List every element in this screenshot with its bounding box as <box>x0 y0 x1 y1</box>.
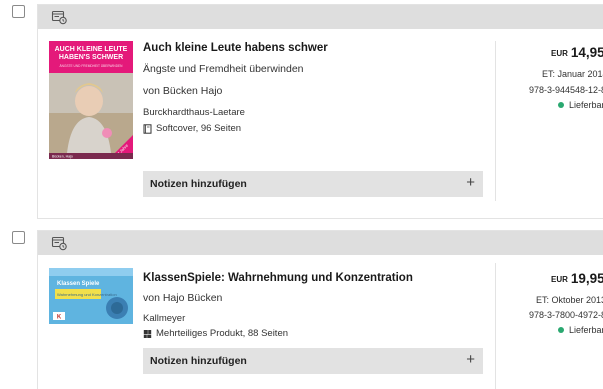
product-author[interactable]: von Hajo Bücken <box>143 292 222 304</box>
book-icon <box>143 123 152 134</box>
availability-label: Lieferbar <box>569 100 603 110</box>
price-value: 14,95 <box>570 45 603 60</box>
media-settings-icon[interactable] <box>51 235 67 251</box>
product-format: Softcover, 96 Seiten <box>143 123 241 134</box>
format-label: Mehrteiliges Produkt, 88 Seiten <box>156 328 289 339</box>
currency-label: EUR <box>551 275 568 284</box>
availability-status: Lieferbar <box>558 100 603 110</box>
svg-text:HABEN'S SCHWER: HABEN'S SCHWER <box>59 54 123 61</box>
availability-status: Lieferbar <box>558 325 603 335</box>
add-notes-button[interactable]: Notizen hinzufügen + <box>143 171 483 197</box>
product-format: Mehrteiliges Produkt, 88 Seiten <box>143 328 288 339</box>
availability-label: Lieferbar <box>569 325 603 335</box>
available-dot-icon <box>558 327 564 333</box>
svg-text:Bücken, Hajo: Bücken, Hajo <box>52 155 73 159</box>
format-label: Softcover, 96 Seiten <box>156 123 242 134</box>
result-item: Klassen Spiele Wahrnehmung und Konzentra… <box>0 226 603 389</box>
plus-icon: + <box>466 351 475 368</box>
isbn: 978-3-7800-4972-8 <box>529 310 603 320</box>
add-notes-button[interactable]: Notizen hinzufügen + <box>143 348 483 374</box>
product-card: AUCH KLEINE LEUTE HABEN'S SCHWER ÄNGSTE … <box>37 4 603 219</box>
svg-text:K: K <box>57 315 62 321</box>
price: EUR 14,95 <box>551 44 603 62</box>
product-title[interactable]: KlassenSpiele: Wahrnehmung und Konzentra… <box>143 272 413 284</box>
add-notes-label: Notizen hinzufügen <box>150 355 247 367</box>
product-author[interactable]: von Bücken Hajo <box>143 85 222 97</box>
add-notes-label: Notizen hinzufügen <box>150 178 247 190</box>
book-cover[interactable]: AUCH KLEINE LEUTE HABEN'S SCHWER ÄNGSTE … <box>49 41 133 159</box>
column-divider <box>495 41 496 201</box>
select-checkbox[interactable] <box>12 231 25 244</box>
svg-text:AUCH KLEINE LEUTE: AUCH KLEINE LEUTE <box>55 46 128 53</box>
product-card: Klassen Spiele Wahrnehmung und Konzentra… <box>37 230 603 389</box>
product-publisher: Burckhardthaus-Laetare <box>143 107 245 118</box>
product-publisher: Kallmeyer <box>143 313 186 324</box>
book-cover[interactable]: Klassen Spiele Wahrnehmung und Konzentra… <box>49 268 133 324</box>
release-date: ET: Januar 2014 <box>542 69 603 79</box>
release-date: ET: Oktober 2013 <box>536 295 603 305</box>
svg-text:Wahrnehmung und Konzentration: Wahrnehmung und Konzentration <box>57 292 117 297</box>
card-header <box>38 231 603 255</box>
select-checkbox[interactable] <box>12 5 25 18</box>
card-header <box>38 5 603 29</box>
svg-text:ÄNGSTE UND FREMDHEIT ÜBERWINDE: ÄNGSTE UND FREMDHEIT ÜBERWINDEN <box>60 64 124 68</box>
result-item: AUCH KLEINE LEUTE HABEN'S SCHWER ÄNGSTE … <box>0 0 603 219</box>
product-subtitle: Ängste und Fremdheit überwinden <box>143 63 304 75</box>
price: EUR 19,95 <box>551 270 603 288</box>
currency-label: EUR <box>551 49 568 58</box>
isbn: 978-3-944548-12-8 <box>529 85 603 95</box>
svg-text:Klassen Spiele: Klassen Spiele <box>57 281 100 287</box>
media-settings-icon[interactable] <box>51 9 67 25</box>
price-value: 19,95 <box>570 271 603 286</box>
product-title[interactable]: Auch kleine Leute habens schwer <box>143 42 328 54</box>
available-dot-icon <box>558 102 564 108</box>
column-divider <box>495 263 496 389</box>
plus-icon: + <box>466 174 475 191</box>
multipart-icon <box>143 329 152 338</box>
